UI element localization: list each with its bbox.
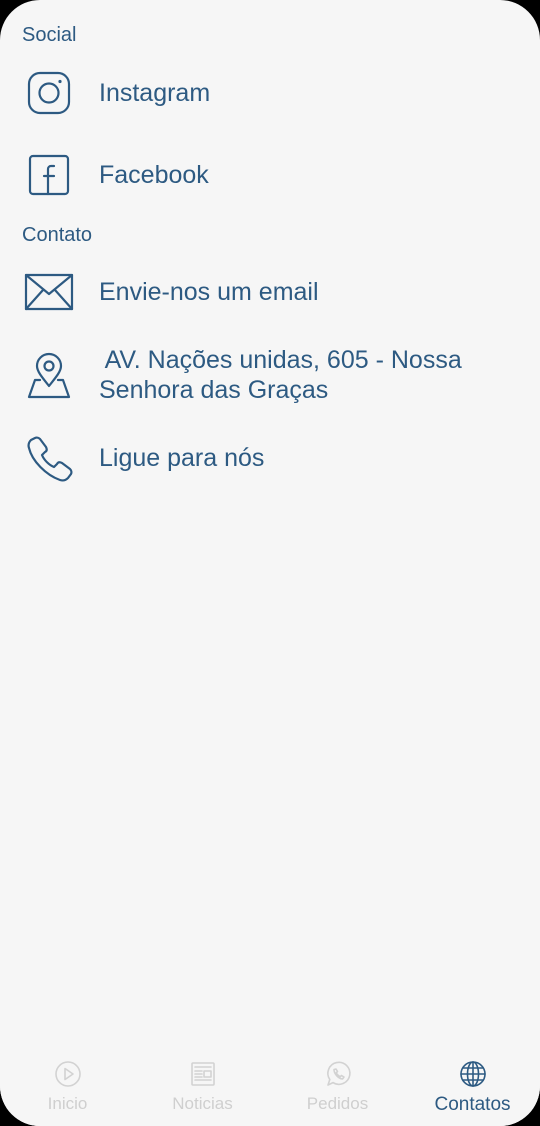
email-link[interactable]: Envie-nos um email xyxy=(0,265,540,319)
envelope-icon xyxy=(22,265,76,319)
instagram-icon xyxy=(22,66,76,120)
nav-inicio[interactable]: Inicio xyxy=(0,1046,135,1126)
facebook-icon xyxy=(22,148,76,202)
newspaper-icon xyxy=(189,1060,217,1088)
nav-noticias-label: Noticias xyxy=(172,1094,233,1113)
phone-link[interactable]: Ligue para nós xyxy=(0,431,540,485)
phone-icon xyxy=(22,431,76,485)
whatsapp-icon xyxy=(324,1060,352,1088)
nav-pedidos[interactable]: Pedidos xyxy=(270,1046,405,1126)
nav-contatos-label: Contatos xyxy=(434,1094,511,1115)
facebook-label: Facebook xyxy=(99,161,209,189)
instagram-label: Instagram xyxy=(99,79,211,107)
address-line-2: Senhora das Graças xyxy=(99,376,329,404)
map-pin-icon xyxy=(22,349,76,403)
address-link[interactable]: AV. Nações unidas, 605 - Nossa Senhora d… xyxy=(0,345,540,405)
play-circle-icon xyxy=(54,1060,82,1088)
phone-label: Ligue para nós xyxy=(99,444,265,472)
nav-inicio-label: Inicio xyxy=(47,1094,88,1113)
address-line-1: AV. Nações unidas, 605 - Nossa xyxy=(99,346,462,374)
section-title-social: Social xyxy=(22,24,77,46)
section-title-contato: Contato xyxy=(22,224,93,246)
email-label: Envie-nos um email xyxy=(99,278,319,306)
nav-noticias[interactable]: Noticias xyxy=(135,1046,270,1126)
bottom-navigation: Inicio Noticias Pedidos Contatos xyxy=(0,1046,540,1126)
address-label: AV. Nações unidas, 605 - Nossa Senhora d… xyxy=(99,345,510,405)
nav-pedidos-label: Pedidos xyxy=(306,1094,369,1113)
instagram-link[interactable]: Instagram xyxy=(0,66,540,120)
contacts-screen: Social Instagram Facebook Contato Envie-… xyxy=(0,0,540,1126)
globe-icon xyxy=(459,1060,487,1088)
nav-contatos[interactable]: Contatos xyxy=(405,1046,540,1126)
facebook-link[interactable]: Facebook xyxy=(0,148,540,202)
